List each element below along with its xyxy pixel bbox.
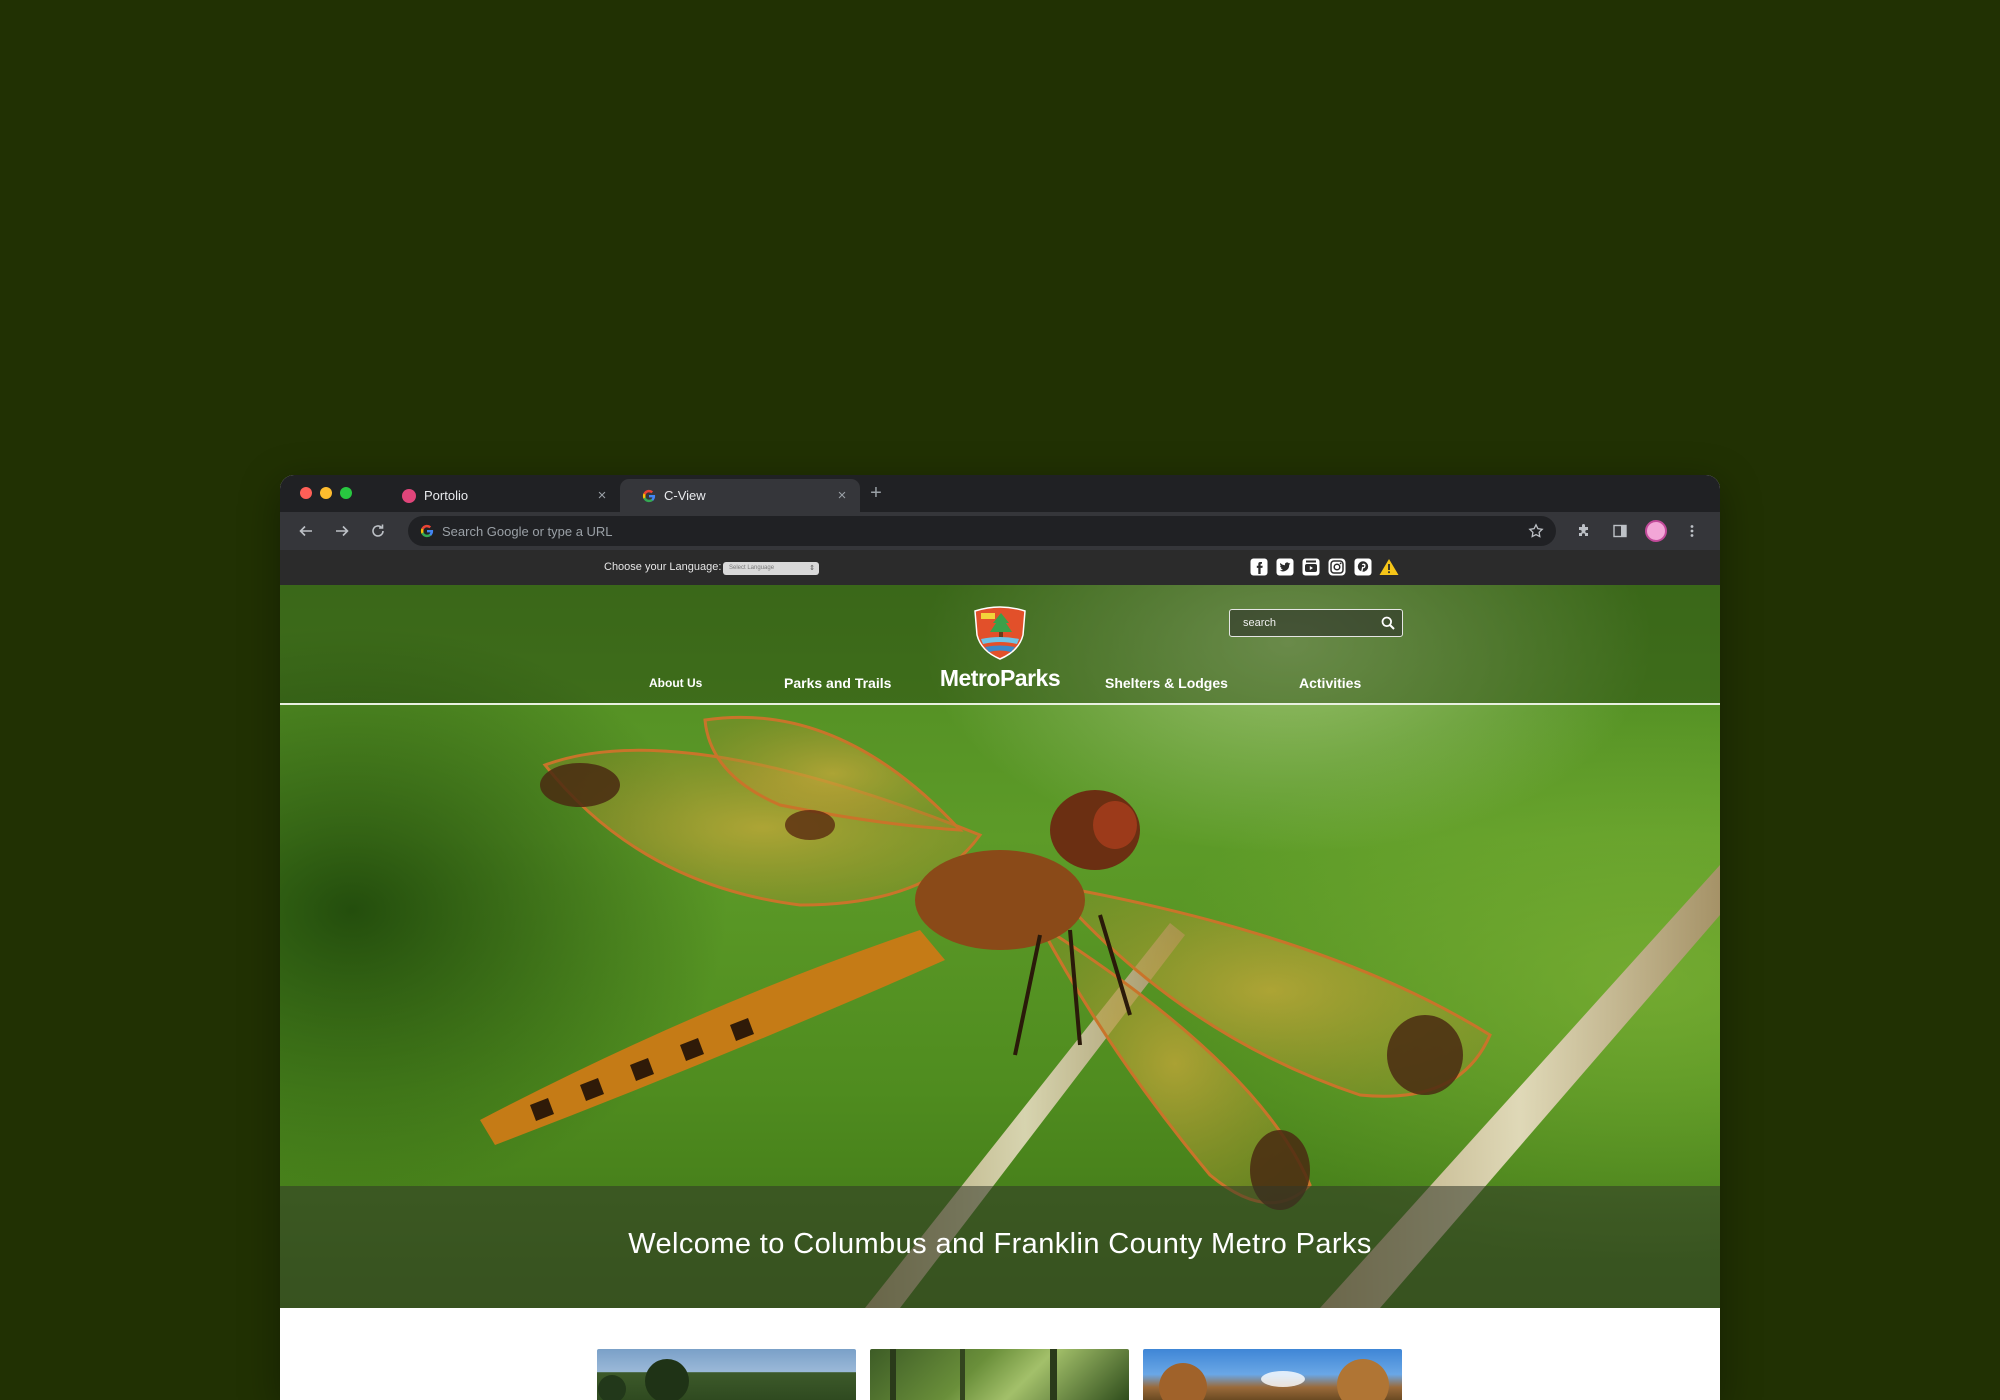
- side-panel-icon: [1613, 524, 1627, 538]
- extensions-button[interactable]: [1572, 519, 1596, 543]
- language-label: Choose your Language:: [604, 561, 722, 573]
- site-logo-text[interactable]: MetroParks: [928, 665, 1072, 692]
- tab-bar: Portolio × C-View × +: [280, 475, 1720, 512]
- park-card-image[interactable]: [1143, 1349, 1402, 1400]
- alert-icon[interactable]: [1379, 557, 1399, 577]
- language-select[interactable]: Select Language ⇕: [723, 562, 819, 575]
- star-icon[interactable]: [1528, 523, 1544, 539]
- forward-button[interactable]: [330, 519, 354, 543]
- site-search-placeholder: search: [1243, 617, 1277, 629]
- instagram-icon[interactable]: [1327, 557, 1347, 577]
- metro-parks-logo-icon[interactable]: [971, 605, 1029, 661]
- pink-circle-icon: [402, 488, 416, 503]
- close-icon[interactable]: ×: [834, 487, 850, 504]
- reload-button[interactable]: [366, 519, 390, 543]
- profile-button[interactable]: [1644, 519, 1668, 543]
- google-icon: [642, 489, 656, 502]
- search-icon[interactable]: [1380, 615, 1396, 631]
- tab-c-view[interactable]: C-View ×: [620, 479, 860, 512]
- tab-title: Portolio: [424, 488, 469, 503]
- content-section: [280, 1308, 1720, 1400]
- google-icon: [420, 524, 434, 538]
- new-tab-button[interactable]: +: [864, 481, 888, 505]
- tab-portolio[interactable]: Portolio ×: [380, 479, 620, 512]
- arrow-left-icon: [299, 525, 312, 537]
- maximize-window-button[interactable]: [340, 487, 352, 499]
- close-icon[interactable]: ×: [594, 487, 610, 504]
- pinterest-icon[interactable]: [1353, 557, 1373, 577]
- minimize-window-button[interactable]: [320, 487, 332, 499]
- arrow-right-icon: [336, 525, 349, 537]
- browser-toolbar: Search Google or type a URL: [280, 512, 1720, 550]
- address-placeholder: Search Google or type a URL: [442, 523, 613, 539]
- facebook-icon[interactable]: [1249, 557, 1269, 577]
- site-utility-bar: Choose your Language: Select Language ⇕: [280, 550, 1720, 585]
- reload-icon: [372, 524, 384, 537]
- youtube-icon[interactable]: [1301, 557, 1321, 577]
- park-photo-autumn: [1159, 1359, 1389, 1400]
- nav-about-us[interactable]: About Us: [649, 676, 702, 690]
- language-select-value: Select Language: [729, 565, 775, 571]
- park-photo-forest: [890, 1349, 1057, 1400]
- close-window-button[interactable]: [300, 487, 312, 499]
- site-search-input[interactable]: search: [1229, 609, 1403, 637]
- park-card-image[interactable]: [597, 1349, 856, 1400]
- metro-parks-site: MetroParks About Us Parks and Trails She…: [280, 585, 1720, 1400]
- address-bar[interactable]: Search Google or type a URL: [408, 516, 1556, 546]
- hero-section: MetroParks About Us Parks and Trails She…: [280, 585, 1720, 1308]
- kebab-menu-icon: [1690, 525, 1694, 537]
- tab-title: C-View: [664, 488, 706, 503]
- hero-title: Welcome to Columbus and Franklin County …: [628, 1228, 1372, 1260]
- chevron-updown-icon: ⇕: [809, 565, 815, 572]
- avatar: [1645, 520, 1667, 542]
- menu-button[interactable]: [1680, 519, 1704, 543]
- park-photo-trees: [598, 1359, 689, 1400]
- nav-parks-and-trails[interactable]: Parks and Trails: [784, 675, 891, 691]
- nav-activities[interactable]: Activities: [1299, 675, 1361, 691]
- hero-caption-band: Welcome to Columbus and Franklin County …: [280, 1186, 1720, 1308]
- site-header: MetroParks About Us Parks and Trails She…: [280, 585, 1720, 705]
- side-panel-button[interactable]: [1608, 519, 1632, 543]
- puzzle-icon: [1579, 524, 1588, 536]
- back-button[interactable]: [294, 519, 318, 543]
- park-card-image[interactable]: [870, 1349, 1129, 1400]
- nav-shelters-and-lodges[interactable]: Shelters & Lodges: [1105, 675, 1228, 691]
- browser-window: Portolio × C-View × + Search Google or t…: [280, 475, 1720, 1400]
- twitter-icon[interactable]: [1275, 557, 1295, 577]
